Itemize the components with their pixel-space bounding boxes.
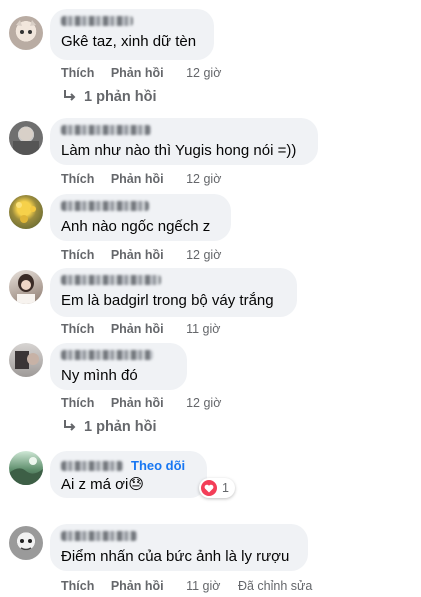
view-replies-link[interactable]: 1 phản hồi bbox=[62, 419, 157, 435]
reply-button[interactable]: Phản hồi bbox=[111, 322, 164, 336]
reaction-count-badge[interactable]: 1 bbox=[199, 478, 235, 498]
comment-text: Ai z má ơi😓 bbox=[61, 476, 144, 493]
timestamp[interactable]: 12 giờ bbox=[186, 66, 221, 80]
avatar[interactable] bbox=[9, 526, 43, 560]
comment-bubble: Theo dõi Ai z má ơi😓 bbox=[50, 451, 207, 498]
comment-text: Em là badgirl trong bộ váy trắng bbox=[61, 292, 274, 309]
comment-text: Ny mình đó bbox=[61, 367, 138, 384]
author-name-blurred[interactable] bbox=[61, 350, 153, 360]
like-button[interactable]: Thích bbox=[61, 322, 94, 336]
comment-actions: Thích Phản hồi 11 giờ bbox=[61, 322, 220, 336]
timestamp[interactable]: 12 giờ bbox=[186, 172, 221, 186]
view-replies-label: 1 phản hồi bbox=[84, 89, 157, 105]
reply-button[interactable]: Phản hồi bbox=[111, 66, 164, 80]
comment-actions: Thích Phản hồi 11 giờ Đã chỉnh sửa bbox=[61, 579, 312, 593]
author-name-blurred[interactable] bbox=[61, 275, 161, 285]
follow-button[interactable]: Theo dõi bbox=[131, 458, 185, 473]
comment-actions: Thích Phản hồi 12 giờ bbox=[61, 172, 221, 186]
avatar[interactable] bbox=[9, 451, 43, 485]
comment-bubble: Ny mình đó bbox=[50, 343, 187, 390]
timestamp[interactable]: 12 giờ bbox=[186, 248, 221, 262]
avatar[interactable] bbox=[9, 16, 43, 50]
comment-text: Điểm nhấn của bức ảnh là ly rượu bbox=[61, 548, 290, 565]
reply-button[interactable]: Phản hồi bbox=[111, 579, 164, 593]
timestamp[interactable]: 11 giờ bbox=[186, 322, 220, 336]
view-replies-link[interactable]: 1 phản hồi bbox=[62, 89, 157, 105]
avatar[interactable] bbox=[9, 195, 43, 229]
reply-arrow-icon bbox=[64, 90, 76, 101]
like-button[interactable]: Thích bbox=[61, 66, 94, 80]
comment-bubble: Em là badgirl trong bộ váy trắng bbox=[50, 268, 297, 317]
author-name-blurred[interactable] bbox=[61, 531, 137, 541]
reaction-count: 1 bbox=[222, 481, 229, 495]
comment-bubble: Điểm nhấn của bức ảnh là ly rượu bbox=[50, 524, 308, 571]
reply-button[interactable]: Phản hồi bbox=[111, 396, 164, 410]
timestamp[interactable]: 12 giờ bbox=[186, 396, 221, 410]
author-name-blurred[interactable] bbox=[61, 125, 151, 135]
view-replies-label: 1 phản hồi bbox=[84, 419, 157, 435]
comment-text: Làm như nào thì Yugis hong nói =)) bbox=[61, 142, 297, 159]
author-name-blurred[interactable] bbox=[61, 201, 149, 211]
like-button[interactable]: Thích bbox=[61, 248, 94, 262]
comment-bubble: Làm như nào thì Yugis hong nói =)) bbox=[50, 118, 318, 165]
like-button[interactable]: Thích bbox=[61, 579, 94, 593]
avatar[interactable] bbox=[9, 343, 43, 377]
author-name-blurred[interactable] bbox=[61, 16, 133, 26]
reply-button[interactable]: Phản hồi bbox=[111, 172, 164, 186]
avatar[interactable] bbox=[9, 121, 43, 155]
comment-text: Anh nào ngốc ngếch z bbox=[61, 218, 211, 235]
comment-text: Gkê taz, xinh dữ tèn bbox=[61, 33, 197, 50]
comment-actions: Thích Phản hồi 12 giờ bbox=[61, 248, 221, 262]
like-button[interactable]: Thích bbox=[61, 172, 94, 186]
timestamp[interactable]: 11 giờ bbox=[186, 579, 220, 593]
comment-actions: Thích Phản hồi 12 giờ bbox=[61, 66, 221, 80]
author-name-blurred[interactable] bbox=[61, 460, 123, 471]
avatar[interactable] bbox=[9, 270, 43, 304]
like-button[interactable]: Thích bbox=[61, 396, 94, 410]
reply-arrow-icon bbox=[64, 420, 76, 431]
reply-button[interactable]: Phản hồi bbox=[111, 248, 164, 262]
heart-icon bbox=[201, 480, 217, 496]
comment-actions: Thích Phản hồi 12 giờ bbox=[61, 396, 221, 410]
edited-label: Đã chỉnh sửa bbox=[237, 579, 313, 593]
comment-bubble: Gkê taz, xinh dữ tèn bbox=[50, 9, 214, 60]
comment-bubble: Anh nào ngốc ngếch z bbox=[50, 194, 231, 241]
